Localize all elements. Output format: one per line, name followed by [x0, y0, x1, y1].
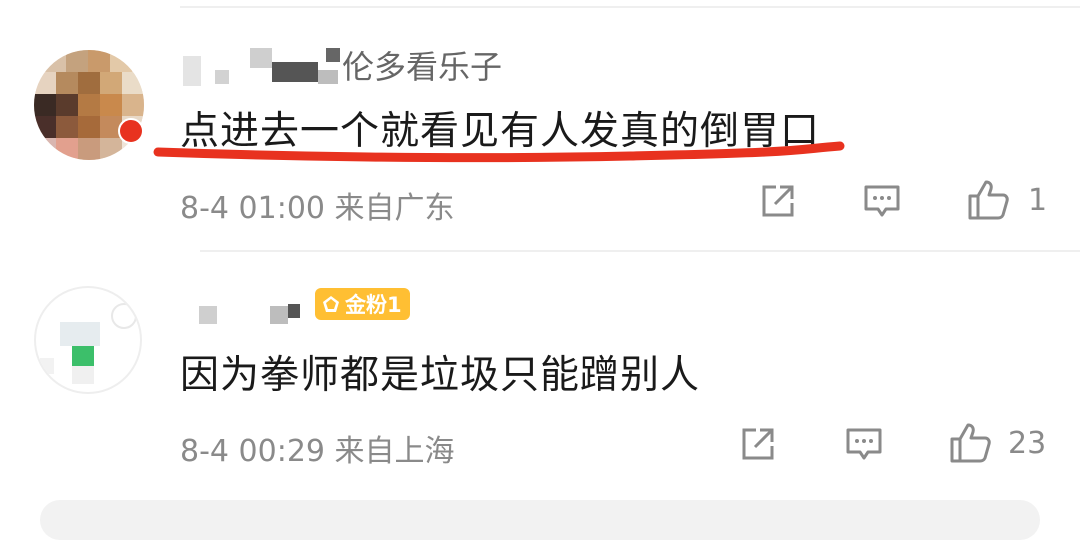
top-divider	[180, 6, 1080, 8]
red-underline-annotation	[153, 141, 845, 163]
like-count: 23	[1008, 426, 1047, 461]
like-icon[interactable]	[966, 178, 1010, 222]
badge-gem-icon	[323, 296, 339, 312]
share-icon[interactable]	[758, 181, 798, 221]
username-blur	[288, 304, 300, 318]
username[interactable]: 伦多看乐子	[342, 42, 502, 88]
avatar-image	[40, 303, 137, 384]
comment-meta: 8-4 01:00 来自广东	[180, 191, 455, 226]
username-blur	[215, 70, 229, 84]
reply-input-bar[interactable]	[40, 500, 1040, 540]
username-blur	[199, 306, 217, 324]
username-blur	[183, 56, 201, 86]
comment-icon[interactable]	[844, 424, 884, 464]
fan-level-badge[interactable]: 金粉1	[315, 288, 410, 320]
username-blur	[272, 62, 318, 82]
username-blur	[250, 48, 272, 68]
comment-text: 因为拳师都是垃圾只能蹭别人	[180, 353, 701, 398]
username-blur	[270, 306, 288, 324]
share-icon[interactable]	[738, 424, 778, 464]
like-icon[interactable]	[948, 421, 992, 465]
avatar[interactable]	[34, 286, 142, 394]
username-blur	[326, 48, 340, 62]
verified-badge-icon	[118, 118, 144, 144]
username-blur	[318, 70, 338, 84]
comment-icon[interactable]	[862, 181, 902, 221]
comment-meta: 8-4 00:29 来自上海	[180, 434, 455, 469]
comment-divider	[200, 250, 1080, 252]
like-count: 1	[1028, 183, 1048, 218]
badge-label: 金粉1	[345, 293, 402, 317]
